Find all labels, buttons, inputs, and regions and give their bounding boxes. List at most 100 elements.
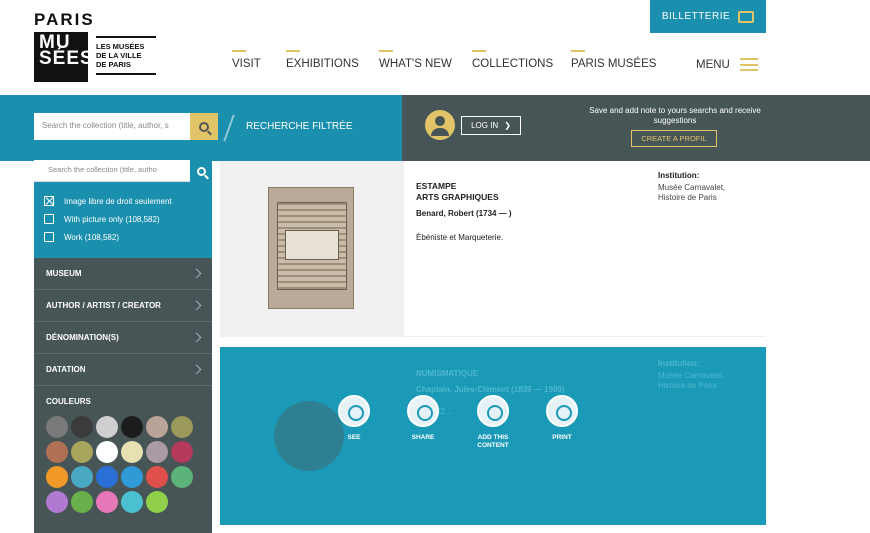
filtered-search-link[interactable]: RECHERCHE FILTRÉE bbox=[246, 121, 353, 132]
result-type: ESTAMPE ARTS GRAPHIQUES bbox=[416, 181, 499, 203]
hamburger-icon bbox=[739, 58, 758, 71]
nav-whats-new[interactable]: WHAT'S NEW bbox=[379, 50, 452, 70]
menu-button[interactable]: MENU bbox=[696, 58, 758, 71]
search-button[interactable] bbox=[190, 113, 218, 140]
result-thumbnail[interactable] bbox=[268, 187, 354, 309]
sidebar-search-placeholder: Search the collection (title, autho bbox=[48, 165, 157, 174]
result-title[interactable]: Ébéniste et Marqueterie. bbox=[416, 233, 503, 242]
color-swatch[interactable] bbox=[121, 491, 143, 513]
nav-paris-musees[interactable]: PARIS MUSÉES bbox=[571, 50, 656, 70]
color-swatch[interactable] bbox=[96, 441, 118, 463]
eye-icon bbox=[338, 395, 370, 427]
color-swatch[interactable] bbox=[146, 441, 168, 463]
colors-title: COULEURS bbox=[46, 397, 91, 406]
checkbox-checked-icon bbox=[44, 196, 54, 206]
color-swatch[interactable] bbox=[96, 466, 118, 488]
color-swatch[interactable] bbox=[71, 491, 93, 513]
action-label: SHARE bbox=[411, 434, 435, 441]
ticket-icon bbox=[738, 10, 755, 23]
login-button[interactable]: LOG IN ❯ bbox=[461, 116, 521, 135]
sidebar-search-input[interactable]: Search the collection (title, autho bbox=[34, 160, 212, 182]
logo-sees: SÉES bbox=[39, 48, 94, 69]
login-label: LOG IN bbox=[471, 121, 499, 130]
color-swatch[interactable] bbox=[146, 416, 168, 438]
menu-label: MENU bbox=[696, 58, 730, 71]
logo-block: MU SÉES bbox=[34, 32, 94, 82]
logo-sub-line: DE PARIS bbox=[96, 60, 131, 69]
result-subtype-label: ARTS GRAPHIQUES bbox=[416, 192, 499, 202]
checkbox-icon bbox=[44, 232, 54, 242]
checkbox-label: Image libre de droit seulement bbox=[64, 196, 172, 206]
action-label: PRINT bbox=[552, 434, 572, 441]
institution-label: Institution: bbox=[658, 359, 700, 368]
result-card-hover[interactable]: NUMISMATIQUE Chaplain, Jules-Clément (18… bbox=[220, 347, 766, 525]
chevron-right-icon bbox=[191, 332, 202, 343]
facet-author[interactable]: AUTHOR / ARTIST / CREATOR bbox=[34, 290, 212, 322]
nav-visit[interactable]: VISIT bbox=[232, 50, 261, 70]
color-swatch[interactable] bbox=[171, 441, 193, 463]
facet-label: AUTHOR / ARTIST / CREATOR bbox=[46, 301, 161, 310]
chevron-right-icon: ❯ bbox=[504, 121, 511, 130]
color-swatch[interactable] bbox=[71, 441, 93, 463]
create-profile-button[interactable]: CREATE A PROFIL bbox=[631, 130, 717, 147]
collection-search-input[interactable]: Search the collection (title, author, s bbox=[34, 113, 218, 140]
nav-collections[interactable]: COLLECTIONS bbox=[472, 50, 553, 70]
user-icon bbox=[425, 110, 455, 140]
facet-label: DÉNOMINATION(S) bbox=[46, 333, 119, 342]
facet-museum[interactable]: MUSEUM bbox=[34, 258, 212, 290]
print-icon bbox=[546, 395, 578, 427]
color-swatch[interactable] bbox=[46, 441, 68, 463]
color-swatch[interactable] bbox=[146, 466, 168, 488]
result-card[interactable]: ESTAMPE ARTS GRAPHIQUES Benard, Robert (… bbox=[220, 161, 766, 337]
facet-label: MUSEUM bbox=[46, 269, 82, 278]
checkbox-icon bbox=[44, 214, 54, 224]
logo-sub-line: DE LA VILLE bbox=[96, 51, 142, 60]
facet-label: DATATION bbox=[46, 365, 86, 374]
logo-paris: PARIS bbox=[34, 10, 95, 29]
nav-exhibitions[interactable]: EXHIBITIONS bbox=[286, 50, 359, 70]
site-logo[interactable]: PARIS MU SÉES LES MUSÉES DE LA VILLE DE … bbox=[34, 10, 156, 82]
result-type-label: NUMISMATIQUE bbox=[416, 369, 479, 378]
save-note-text: Save and add note to yours searchs and r… bbox=[589, 106, 761, 125]
color-swatch[interactable] bbox=[121, 441, 143, 463]
color-swatch[interactable] bbox=[171, 466, 193, 488]
action-label: ADD THIS CONTENT bbox=[477, 434, 509, 449]
color-swatch[interactable] bbox=[171, 416, 193, 438]
action-print-button[interactable]: PRINT bbox=[532, 395, 592, 442]
action-share-button[interactable]: SHARE bbox=[393, 395, 453, 442]
facet-denomination[interactable]: DÉNOMINATION(S) bbox=[34, 322, 212, 354]
billetterie-label: BILLETTERIE bbox=[661, 11, 731, 22]
color-swatch[interactable] bbox=[46, 466, 68, 488]
color-swatch[interactable] bbox=[96, 416, 118, 438]
color-swatch[interactable] bbox=[96, 491, 118, 513]
checkbox-with-picture[interactable]: With picture only (108,582) bbox=[44, 210, 212, 228]
color-swatch[interactable] bbox=[146, 491, 168, 513]
institution-label: Institution: bbox=[658, 171, 700, 180]
color-swatch[interactable] bbox=[71, 466, 93, 488]
result-author[interactable]: Benard, Robert (1734 — ) bbox=[416, 209, 512, 218]
color-swatches bbox=[34, 416, 212, 513]
color-swatch[interactable] bbox=[46, 491, 68, 513]
facet-datation[interactable]: DATATION bbox=[34, 354, 212, 386]
checkbox-image-libre[interactable]: Image libre de droit seulement bbox=[44, 192, 212, 210]
add-icon bbox=[477, 395, 509, 427]
sidebar-search-button[interactable] bbox=[190, 160, 212, 182]
filter-checkboxes: Image libre de droit seulement With pict… bbox=[34, 182, 212, 258]
search-icon bbox=[196, 166, 206, 176]
color-swatch[interactable] bbox=[121, 466, 143, 488]
action-see-button[interactable]: SEE bbox=[324, 395, 384, 442]
chevron-right-icon bbox=[191, 268, 202, 279]
billetterie-button[interactable]: BILLETTERIE bbox=[650, 0, 766, 33]
search-placeholder: Search the collection (title, author, s bbox=[42, 121, 169, 130]
institution-value: Musée Carnavalet, Histoire de Paris bbox=[658, 371, 726, 390]
color-swatch[interactable] bbox=[71, 416, 93, 438]
color-swatch[interactable] bbox=[121, 416, 143, 438]
logo-sub-line: LES MUSÉES bbox=[96, 42, 145, 51]
color-swatch[interactable] bbox=[46, 416, 68, 438]
search-icon bbox=[199, 121, 209, 132]
action-add-content-button[interactable]: ADD THIS CONTENT bbox=[463, 395, 523, 450]
logo-subtitle: LES MUSÉES DE LA VILLE DE PARIS bbox=[96, 36, 156, 75]
checkbox-label: With picture only (108,582) bbox=[64, 214, 160, 224]
facets-panel: MUSEUM AUTHOR / ARTIST / CREATOR DÉNOMIN… bbox=[34, 258, 212, 533]
checkbox-work[interactable]: Work (108,582) bbox=[44, 228, 212, 246]
